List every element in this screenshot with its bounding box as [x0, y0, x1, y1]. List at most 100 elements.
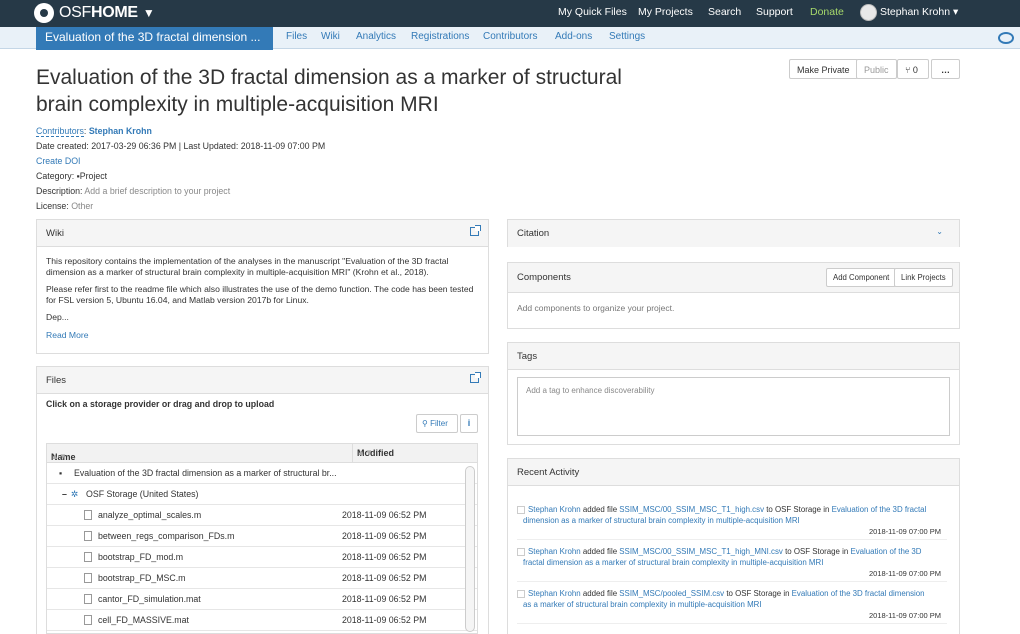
- file-icon: [84, 573, 92, 583]
- file-name: bootstrap_FD_mod.m: [98, 552, 184, 562]
- activity-project-link-continued[interactable]: dimension as a marker of structural brai…: [523, 516, 800, 525]
- files-upload-hint: Click on a storage provider or drag and …: [46, 399, 275, 409]
- file-name: analyze_optimal_scales.m: [98, 510, 202, 520]
- table-row[interactable]: analyze_optimal_scales.m 2018-11-09 06:52…: [47, 505, 477, 526]
- activity-file-link[interactable]: SSIM_MSC/pooled_SSIM.csv: [619, 589, 724, 598]
- contributors-line: Contributors: Stephan Krohn: [36, 126, 152, 137]
- nav-donate[interactable]: Donate: [810, 6, 844, 18]
- file-modified: 2018-11-09 06:52 PM: [342, 573, 427, 583]
- storage-row-label: OSF Storage (United States): [86, 489, 199, 499]
- sort-icon[interactable]: ▲▼: [357, 448, 373, 457]
- read-more-link[interactable]: Read More: [46, 330, 479, 341]
- file-name: between_regs_comparison_FDs.m: [98, 531, 235, 541]
- sort-icon[interactable]: ▲▼: [51, 452, 67, 461]
- tags-panel-header: Tags: [508, 343, 959, 370]
- chevron-down-icon[interactable]: ⌄: [936, 227, 943, 236]
- activity-file-link[interactable]: SSIM_MSC/00_SSIM_MSC_T1_high_MNI.csv: [619, 547, 783, 556]
- activity-project-link[interactable]: Evaluation of the 3D: [850, 547, 921, 556]
- title-line-1: Evaluation of the 3D fractal dimension a…: [36, 66, 622, 89]
- file-modified: 2018-11-09 06:52 PM: [342, 552, 427, 562]
- description-placeholder[interactable]: Add a brief description to your project: [84, 186, 230, 196]
- link-projects-button[interactable]: Link Projects: [894, 268, 953, 287]
- nav-user-menu[interactable]: Stephan Krohn ▾: [880, 6, 958, 18]
- project-row[interactable]: ▪ Evaluation of the 3D fractal dimension…: [47, 463, 477, 484]
- cube-icon: ▪: [59, 468, 63, 478]
- fork-count: 0: [912, 65, 918, 75]
- table-row[interactable]: cell_FD_MASSIVE.mat 2018-11-09 06:52 PM: [47, 610, 477, 631]
- caret-down-icon[interactable]: ▼: [143, 6, 155, 20]
- activity-user-link[interactable]: Stephan Krohn: [528, 547, 581, 556]
- nav-search[interactable]: Search: [708, 6, 741, 18]
- nav-support[interactable]: Support: [756, 6, 793, 18]
- user-avatar-icon: [517, 505, 525, 514]
- activity-destination: to OSF Storage in: [785, 547, 849, 556]
- avatar[interactable]: [860, 4, 877, 21]
- table-row[interactable]: between_regs_comparison_FDs.m 2018-11-09 …: [47, 526, 477, 547]
- file-icon: [84, 510, 92, 520]
- public-button[interactable]: Public: [856, 59, 897, 79]
- file-icon: [84, 531, 92, 541]
- activity-user-link[interactable]: Stephan Krohn: [528, 505, 581, 514]
- license-value[interactable]: Other: [71, 201, 93, 211]
- file-name: bootstrap_FD_MSC.m: [98, 573, 186, 583]
- tab-wiki[interactable]: Wiki: [321, 31, 340, 42]
- tags-panel: Tags Add a tag to enhance discoverabilit…: [507, 342, 960, 445]
- citation-panel[interactable]: Citation ⌄: [507, 219, 960, 247]
- tags-input[interactable]: Add a tag to enhance discoverability: [517, 377, 950, 436]
- scrollbar[interactable]: [465, 466, 475, 632]
- wiki-paragraph: Dep...: [46, 312, 69, 322]
- storage-row[interactable]: – ✲ OSF Storage (United States): [47, 484, 477, 505]
- user-avatar-icon: [517, 547, 525, 556]
- tab-add-ons[interactable]: Add-ons: [555, 31, 592, 42]
- tab-registrations[interactable]: Registrations: [411, 31, 469, 42]
- collapse-icon[interactable]: –: [62, 489, 67, 499]
- table-row[interactable]: cantor_FD_simulation.mat 2018-11-09 06:52…: [47, 589, 477, 610]
- components-empty-text: Add components to organize your project.: [517, 303, 675, 313]
- activity-timestamp: 2018-11-09 07:00 PM: [869, 569, 941, 578]
- external-link-icon[interactable]: [470, 372, 481, 383]
- tab-contributors[interactable]: Contributors: [483, 31, 537, 42]
- user-avatar-icon: [517, 589, 525, 598]
- activity-file-link[interactable]: SSIM_MSC/00_SSIM_MSC_T1_high.csv: [619, 505, 764, 514]
- table-row[interactable]: bootstrap_FD_mod.m 2018-11-09 06:52 PM: [47, 547, 477, 568]
- files-panel-title: Files: [46, 375, 67, 386]
- info-button[interactable]: i: [460, 414, 478, 433]
- citation-panel-header[interactable]: Citation ⌄: [508, 220, 959, 247]
- activity-project-link[interactable]: Evaluation of the 3D fractal dimension: [792, 589, 925, 598]
- filter-button[interactable]: ⚲ Filter: [416, 414, 458, 433]
- contributor-link[interactable]: Stephan Krohn: [89, 126, 152, 136]
- file-modified: 2018-11-09 06:52 PM: [342, 510, 427, 520]
- file-table-header: Name ▲▼ Modified ▲▼: [47, 444, 477, 463]
- tab-files[interactable]: Files: [286, 31, 307, 42]
- activity-project-link-continued[interactable]: as a marker of structural brain complexi…: [523, 600, 762, 609]
- make-private-button[interactable]: Make Private: [789, 59, 858, 79]
- contributors-label[interactable]: Contributors: [36, 126, 84, 137]
- fork-button[interactable]: ⑂ 0: [897, 59, 929, 79]
- activity-project-link-continued[interactable]: fractal dimension as a marker of structu…: [523, 558, 823, 567]
- search-icon: ⚲: [422, 419, 428, 428]
- nav-my-projects[interactable]: My Projects: [638, 6, 693, 18]
- more-options-button[interactable]: …: [931, 59, 960, 79]
- page-title: Evaluation of the 3D fractal dimension a…: [36, 64, 676, 118]
- file-icon: [84, 552, 92, 562]
- nav-my-quick-files[interactable]: My Quick Files: [558, 6, 627, 18]
- activity-project-link[interactable]: Evaluation of the 3D fractal: [832, 505, 927, 514]
- wiki-panel: Wiki This repository contains the implem…: [36, 219, 489, 354]
- table-row[interactable]: bootstrap_FD_MSC.m 2018-11-09 06:52 PM: [47, 568, 477, 589]
- osf-home-logo[interactable]: OSF HOME ▼: [34, 2, 155, 24]
- tab-analytics[interactable]: Analytics: [356, 31, 396, 42]
- column-modified-header[interactable]: Modified ▲▼: [352, 444, 394, 463]
- add-component-button[interactable]: Add Component: [826, 268, 897, 287]
- activity-destination: to OSF Storage in: [726, 589, 790, 598]
- file-modified: 2018-11-09 06:52 PM: [342, 531, 427, 541]
- chat-icon[interactable]: [998, 32, 1014, 44]
- external-link-icon[interactable]: [470, 225, 481, 236]
- activity-destination: to OSF Storage in: [766, 505, 830, 514]
- activity-user-link[interactable]: Stephan Krohn: [528, 589, 581, 598]
- components-panel-header: Components Add Component Link Projects: [508, 263, 959, 293]
- date-line: Date created: 2017-03-29 06:36 PM | Last…: [36, 141, 326, 151]
- create-doi-link[interactable]: Create DOI: [36, 156, 81, 166]
- tab-settings[interactable]: Settings: [609, 31, 645, 42]
- project-title-tab[interactable]: Evaluation of the 3D fractal dimension .…: [36, 27, 273, 50]
- category-label: Category:: [36, 171, 75, 181]
